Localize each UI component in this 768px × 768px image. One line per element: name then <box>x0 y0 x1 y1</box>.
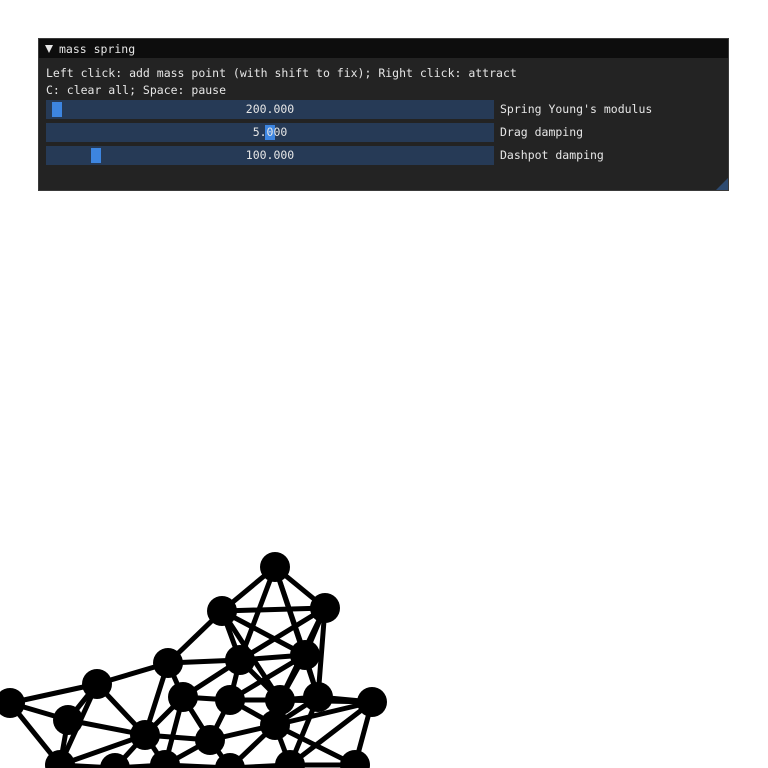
mass-point <box>195 725 225 755</box>
mass-point <box>275 750 305 768</box>
spring <box>219 605 328 614</box>
mass-point <box>260 710 290 740</box>
mass-point <box>260 552 290 582</box>
youngs-modulus-label: Spring Young's modulus <box>500 102 653 116</box>
dashpot-damping-value: 100.000 <box>245 148 295 162</box>
resize-grip-icon[interactable] <box>716 178 728 190</box>
mass-point <box>357 687 387 717</box>
slider-row-drag-damping: 5.000 Drag damping <box>46 123 726 142</box>
mass-point <box>207 596 237 626</box>
window-titlebar[interactable]: mass spring <box>39 39 728 58</box>
mass-point <box>215 685 245 715</box>
mass-point <box>340 750 370 768</box>
mass-point <box>130 720 160 750</box>
collapse-arrow-icon[interactable] <box>45 45 53 53</box>
dashpot-damping-slider[interactable]: 100.000 <box>46 146 494 165</box>
mass-point <box>82 669 112 699</box>
slider-row-dashpot-damping: 100.000 Dashpot damping <box>46 146 726 165</box>
slider-row-youngs-modulus: 200.000 Spring Young's modulus <box>46 100 726 119</box>
help-text-shortcuts: C: clear all; Space: pause <box>46 83 227 97</box>
mass-point <box>153 648 183 678</box>
mass-point <box>303 682 333 712</box>
mass-point <box>290 640 320 670</box>
youngs-modulus-slider[interactable]: 200.000 <box>46 100 494 119</box>
mass-point <box>310 593 340 623</box>
mass-point <box>225 645 255 675</box>
drag-damping-label: Drag damping <box>500 125 584 139</box>
window-title: mass spring <box>59 41 136 56</box>
simulation-viewport[interactable]: mass spring Left click: add mass point (… <box>0 0 768 768</box>
youngs-modulus-value: 200.000 <box>245 102 295 116</box>
dashpot-damping-label: Dashpot damping <box>500 148 604 162</box>
help-text-controls: Left click: add mass point (with shift t… <box>46 66 517 80</box>
mass-point <box>265 685 295 715</box>
mass-spring-window[interactable]: mass spring Left click: add mass point (… <box>38 38 729 191</box>
mass-point <box>168 682 198 712</box>
drag-damping-value: 5.000 <box>252 125 288 139</box>
mass-point <box>53 705 83 735</box>
drag-damping-slider[interactable]: 5.000 <box>46 123 494 142</box>
